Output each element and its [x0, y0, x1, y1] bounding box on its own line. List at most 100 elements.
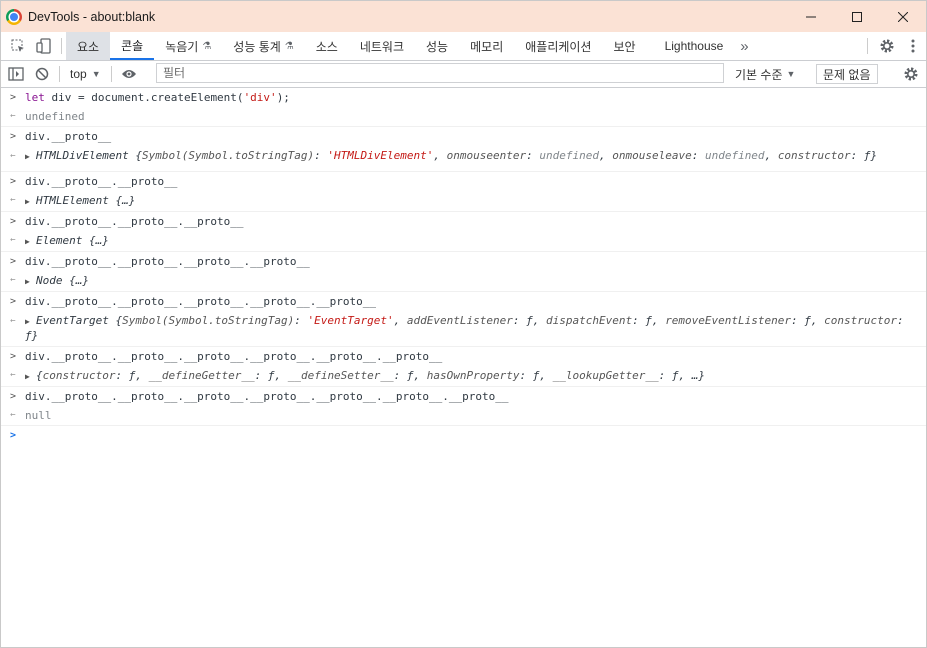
console-input-text: div.__proto__.__proto__.__proto__.__prot… [25, 390, 509, 403]
console-output-object: ▶ {constructor: ƒ, __defineGetter__: ƒ, _… [25, 366, 926, 386]
console-entry: > div.__proto__.__proto__.__proto__.__pro… [1, 292, 926, 347]
separator [110, 66, 112, 82]
expand-triangle-icon[interactable]: ▶ [25, 272, 33, 291]
prompt-chevron-icon: > [9, 430, 17, 441]
clear-console-button[interactable] [29, 67, 55, 81]
customize-menu-button[interactable] [900, 39, 926, 53]
filter-input[interactable] [157, 64, 709, 82]
device-icon [36, 38, 51, 54]
tab-label: 콘솔 [121, 38, 144, 53]
tab-label: 소스 [315, 39, 338, 54]
console-settings-button[interactable] [896, 61, 926, 87]
expand-triangle-icon[interactable]: ▶ [25, 315, 33, 329]
console-input-text: div.__proto__.__proto__.__proto__ [25, 215, 244, 228]
output-arrow-icon: ← [10, 195, 16, 205]
output-arrow-icon: ← [10, 151, 16, 161]
console-input-text: div.__proto__ [25, 130, 112, 143]
eye-icon [121, 70, 136, 78]
input-chevron-icon: > [9, 256, 17, 267]
clear-icon [35, 67, 49, 81]
console-entry: > div.__proto__.__proto__.__proto__.__pro… [1, 347, 926, 387]
show-sidebar-button[interactable] [3, 67, 29, 81]
console-output-line[interactable]: ← ▶ Element {…} [1, 231, 926, 251]
context-selector[interactable]: top ▼ [64, 67, 107, 81]
experiment-flask-icon: ⚗ [202, 40, 212, 52]
live-expression-button[interactable] [116, 68, 142, 80]
console-output-line: ← null [1, 406, 926, 425]
panel-tab-bar: 요소 콘솔 녹음기 ⚗ 성능 통계 ⚗ 소스 네트워크 성능 메모리 애플리케이션 … [1, 32, 926, 61]
console-output-line[interactable]: ← ▶ EventTarget {Symbol(Symbol.toStringTag… [1, 311, 926, 346]
console-input-text: let div = document.createElement('div'); [25, 91, 290, 104]
tabbar-right-actions [861, 32, 926, 60]
console-entry: > div.__proto__.__proto__.__proto__.__pro… [1, 252, 926, 292]
tab-memory[interactable]: 메모리 [459, 32, 514, 60]
settings-button[interactable] [874, 38, 900, 54]
inspect-cursor-icon [11, 39, 24, 52]
tab-elements[interactable]: 요소 [66, 32, 111, 60]
output-arrow-icon: ← [10, 316, 16, 326]
tab-label: 성능 통계 [233, 39, 281, 54]
device-toolbar-button[interactable] [31, 32, 57, 60]
more-tabs-icon: » [740, 37, 749, 55]
expand-triangle-icon[interactable]: ▶ [25, 232, 33, 251]
console-output-line[interactable]: ← ▶ HTMLDivElement {Symbol(Symbol.toString… [1, 146, 926, 171]
expand-triangle-icon[interactable]: ▶ [25, 150, 33, 164]
console-prompt[interactable]: > [1, 426, 926, 445]
console-output-line[interactable]: ← ▶ HTMLElement {…} [1, 191, 926, 211]
console-input-line[interactable]: > div.__proto__.__proto__.__proto__.__pro… [1, 387, 926, 406]
window-controls [788, 1, 926, 32]
console-output-line: ← undefined [1, 107, 926, 126]
input-chevron-icon: > [9, 296, 17, 307]
log-levels-dropdown[interactable]: 기본 수준 ▼ [735, 61, 795, 87]
console-input-line[interactable]: > let div = document.createElement('div')… [1, 88, 926, 107]
console-output-value: null [25, 409, 52, 422]
input-chevron-icon: > [9, 351, 17, 362]
output-arrow-icon: ← [10, 410, 16, 420]
tab-console[interactable]: 콘솔 [110, 32, 155, 60]
console-output-line[interactable]: ← ▶ {constructor: ƒ, __defineGetter__: ƒ, … [1, 366, 926, 386]
tab-label: 성능 [426, 39, 449, 54]
inspect-element-button[interactable] [5, 32, 31, 60]
tab-lighthouse[interactable]: Lighthouse [647, 32, 735, 60]
gear-icon [904, 67, 918, 81]
console-messages[interactable]: > let div = document.createElement('div')… [1, 88, 926, 445]
console-entry: > div.__proto__.__proto__.__proto__.__pro… [1, 387, 926, 426]
console-entry: > div.__proto__.__proto__ ← ▶ HTMLElement {…… [1, 172, 926, 212]
input-chevron-icon: > [9, 391, 17, 402]
console-input-line[interactable]: > div.__proto__ [1, 127, 926, 146]
expand-triangle-icon[interactable]: ▶ [25, 192, 33, 211]
tab-application[interactable]: 애플리케이션 [514, 32, 602, 60]
tab-label: 녹음기 [165, 39, 199, 54]
console-output-object: ▶ HTMLElement {…} [25, 191, 926, 211]
tab-sources[interactable]: 소스 [305, 32, 349, 60]
console-input-text: div.__proto__.__proto__.__proto__.__prot… [25, 295, 376, 308]
expand-triangle-icon[interactable]: ▶ [25, 367, 33, 386]
input-chevron-icon: > [9, 131, 17, 142]
console-input-text: div.__proto__.__proto__.__proto__.__prot… [25, 350, 443, 363]
close-button[interactable] [880, 1, 926, 32]
sidebar-toggle-icon [8, 67, 24, 81]
console-input-line[interactable]: > div.__proto__.__proto__ [1, 172, 926, 191]
tab-label: 네트워크 [359, 39, 405, 54]
dropdown-arrow-icon: ▼ [91, 69, 101, 79]
console-input-line[interactable]: > div.__proto__.__proto__.__proto__.__pro… [1, 252, 926, 271]
issues-button[interactable]: 문제 없음 [816, 64, 878, 84]
console-output-line[interactable]: ← ▶ Node {…} [1, 271, 926, 291]
minimize-button[interactable] [788, 1, 834, 32]
tab-performance[interactable]: 성능 [415, 32, 459, 60]
console-input-line[interactable]: > div.__proto__.__proto__.__proto__ [1, 212, 926, 231]
tab-network[interactable]: 네트워크 [349, 32, 415, 60]
console-input-line[interactable]: > div.__proto__.__proto__.__proto__.__pro… [1, 292, 926, 311]
maximize-button[interactable] [834, 1, 880, 32]
more-tabs-button[interactable]: » [734, 32, 754, 60]
tab-performance-insights[interactable]: 성능 통계 ⚗ [222, 32, 304, 60]
tab-recorder[interactable]: 녹음기 ⚗ [154, 32, 222, 60]
tab-label: 애플리케이션 [525, 39, 592, 54]
tab-label: 보안 [613, 39, 636, 54]
console-input-line[interactable]: > div.__proto__.__proto__.__proto__.__pro… [1, 347, 926, 366]
console-input-text: div.__proto__.__proto__.__proto__.__prot… [25, 255, 310, 268]
tab-security[interactable]: 보안 [602, 32, 646, 60]
title-bar: DevTools - about:blank [1, 1, 926, 32]
close-icon [898, 11, 908, 22]
console-entry: > div.__proto__ ← ▶ HTMLDivElement {Symbol(S… [1, 127, 926, 172]
